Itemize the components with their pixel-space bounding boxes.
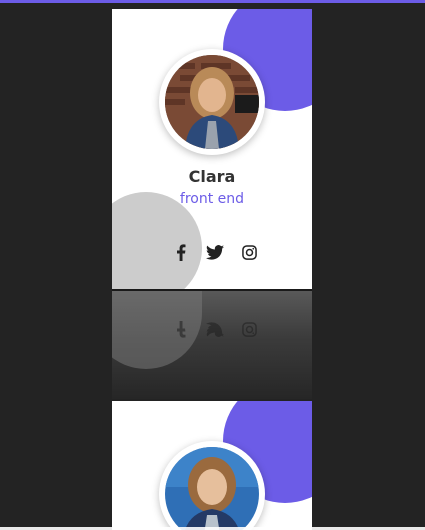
card-reflection (112, 289, 312, 399)
instagram-icon (238, 319, 260, 339)
profile-card: Clara front end (112, 9, 312, 289)
facebook-icon[interactable] (170, 242, 192, 262)
profile-role: front end (179, 191, 245, 207)
reflected-social-icons (170, 319, 260, 339)
instagram-icon[interactable] (238, 242, 260, 262)
facebook-icon (170, 319, 192, 339)
avatar-photo (165, 447, 259, 530)
twitter-icon (204, 319, 226, 339)
profile-card-2 (112, 401, 312, 530)
avatar (165, 55, 259, 149)
avatar (165, 447, 259, 530)
twitter-icon[interactable] (204, 242, 226, 262)
social-links (170, 242, 260, 262)
reflection-edge (112, 289, 312, 291)
profile-name: Clara (188, 167, 236, 186)
avatar-photo (165, 55, 259, 149)
top-accent-bar (0, 0, 425, 3)
